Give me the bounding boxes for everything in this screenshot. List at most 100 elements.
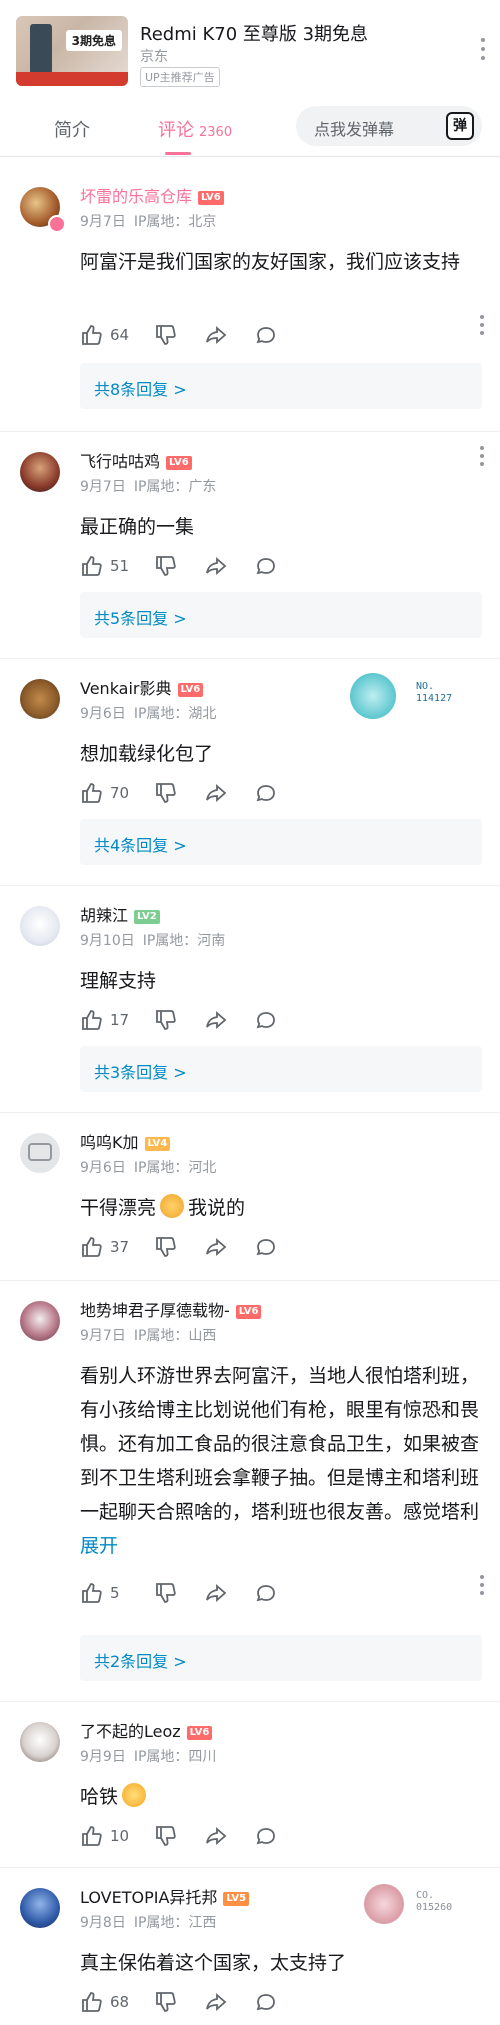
avatar[interactable] bbox=[20, 906, 60, 946]
comment-date: 9月7日 bbox=[80, 214, 126, 230]
username[interactable]: Venkair影典 LV6 bbox=[80, 675, 204, 699]
thumb-down-icon[interactable] bbox=[154, 554, 178, 578]
expand-link[interactable]: 展开 bbox=[80, 1531, 118, 1558]
tab-comments[interactable]: 评论 2360 bbox=[158, 116, 232, 142]
share-icon[interactable] bbox=[204, 781, 228, 805]
thumb-up-icon[interactable] bbox=[80, 1008, 104, 1032]
username[interactable]: LOVETOPIA异托邦 LV5 bbox=[80, 1884, 250, 1908]
default-avatar-icon bbox=[28, 1143, 52, 1161]
share-icon[interactable] bbox=[204, 323, 228, 347]
more-icon[interactable] bbox=[480, 446, 484, 470]
comment-ip: IP属地：北京 bbox=[133, 214, 217, 230]
more-icon[interactable] bbox=[480, 1575, 484, 1599]
comment-ip: IP属地：湖北 bbox=[133, 706, 217, 722]
replies-box[interactable]: 共4条回复 > bbox=[80, 819, 482, 865]
share-icon[interactable] bbox=[204, 1008, 228, 1032]
comment-meta: 9月7日 IP属地：山西 bbox=[80, 1325, 216, 1345]
comment-ip: IP属地：河南 bbox=[142, 933, 226, 949]
username-text: 地势坤君子厚德载物- bbox=[80, 1301, 230, 1320]
share-icon[interactable] bbox=[204, 1235, 228, 1259]
share-icon[interactable] bbox=[204, 554, 228, 578]
fan-badge-number: NO. 114127 bbox=[416, 681, 453, 704]
ad-banner[interactable]: 3期免息 Redmi K70 至尊版 3期免息 京东 UP主推荐广告 bbox=[0, 0, 500, 100]
comment-meta: 9月6日 IP属地：河北 bbox=[80, 1157, 216, 1177]
username[interactable]: 坏雷的乐高仓库 LV6 bbox=[80, 183, 224, 207]
username[interactable]: 呜呜K加 LV4 bbox=[80, 1129, 171, 1153]
comment-text: 最正确的一集 bbox=[80, 516, 195, 538]
comment-ip: IP属地：山西 bbox=[133, 1328, 217, 1344]
reply-icon[interactable] bbox=[254, 554, 278, 578]
danmaku-input[interactable]: 点我发弹幕 弹 bbox=[296, 106, 482, 146]
reply-icon[interactable] bbox=[254, 781, 278, 805]
more-icon[interactable] bbox=[480, 315, 484, 339]
level-badge: LV6 bbox=[186, 1726, 213, 1740]
fan-badge: CO. 015260 bbox=[350, 1878, 470, 1930]
thumb-up-icon[interactable] bbox=[80, 781, 104, 805]
thumb-down-icon[interactable] bbox=[154, 1008, 178, 1032]
ad-thumbnail[interactable]: 3期免息 bbox=[16, 16, 128, 86]
comment-text-b: 我说的 bbox=[188, 1197, 246, 1219]
reply-icon[interactable] bbox=[254, 1235, 278, 1259]
reply-icon[interactable] bbox=[254, 1824, 278, 1848]
danmaku-toggle-icon[interactable]: 弹 bbox=[446, 112, 474, 140]
tab-comments-label: 评论 bbox=[158, 120, 194, 141]
view-replies-link[interactable]: 共4条回复 > bbox=[94, 832, 187, 856]
thumb-up-icon[interactable] bbox=[80, 1235, 104, 1259]
reply-icon[interactable] bbox=[254, 1581, 278, 1605]
level-badge: LV6 bbox=[177, 683, 204, 697]
comment-ip: IP属地：河北 bbox=[133, 1160, 217, 1176]
thumb-down-icon[interactable] bbox=[154, 1990, 178, 2014]
thumb-up-icon[interactable] bbox=[80, 554, 104, 578]
doge-emoji-icon bbox=[160, 1194, 185, 1218]
thumb-down-icon[interactable] bbox=[154, 1235, 178, 1259]
ad-title[interactable]: Redmi K70 至尊版 3期免息 bbox=[140, 20, 368, 46]
username-text: 飞行咕咕鸡 bbox=[80, 452, 161, 471]
reply-icon[interactable] bbox=[254, 323, 278, 347]
avatar[interactable] bbox=[20, 679, 60, 719]
reply-icon[interactable] bbox=[254, 1990, 278, 2014]
ad-thumb-label: 3期免息 bbox=[65, 30, 122, 51]
tab-intro[interactable]: 简介 bbox=[54, 116, 90, 142]
comment-meta: 9月10日 IP属地：河南 bbox=[80, 930, 225, 950]
username[interactable]: 胡辣江 LV2 bbox=[80, 902, 160, 926]
share-icon[interactable] bbox=[204, 1990, 228, 2014]
avatar[interactable] bbox=[20, 1888, 60, 1928]
thumb-down-icon[interactable] bbox=[154, 781, 178, 805]
replies-box[interactable]: 共8条回复 > bbox=[80, 363, 482, 409]
fan-badge: NO. 114127 bbox=[350, 669, 470, 721]
username[interactable]: 飞行咕咕鸡 LV6 bbox=[80, 448, 192, 472]
like-count: 68 bbox=[110, 1993, 130, 2011]
fan-badge-number: CO. 015260 bbox=[416, 1890, 453, 1913]
replies-box[interactable]: 共5条回复 > bbox=[80, 592, 482, 638]
phone-image bbox=[30, 24, 52, 74]
fan-badge-character-icon bbox=[350, 673, 396, 719]
replies-box[interactable]: 共3条回复 > bbox=[80, 1046, 482, 1092]
view-replies-link[interactable]: 共2条回复 > bbox=[94, 1648, 187, 1672]
view-replies-link[interactable]: 共8条回复 > bbox=[94, 376, 187, 400]
thumb-down-icon[interactable] bbox=[154, 1581, 178, 1605]
view-replies-link[interactable]: 共3条回复 > bbox=[94, 1059, 187, 1083]
avatar[interactable] bbox=[20, 1301, 60, 1341]
comment-date: 9月6日 bbox=[80, 706, 126, 722]
share-icon[interactable] bbox=[204, 1581, 228, 1605]
more-icon[interactable] bbox=[480, 38, 486, 62]
thumb-up-icon[interactable] bbox=[80, 323, 104, 347]
username[interactable]: 了不起的Leoz LV6 bbox=[80, 1718, 213, 1742]
comment-text-a: 干得漂亮 bbox=[80, 1197, 157, 1219]
thumb-up-icon[interactable] bbox=[80, 1581, 104, 1605]
view-replies-link[interactable]: 共5条回复 > bbox=[94, 605, 187, 629]
username[interactable]: 地势坤君子厚德载物- LV6 bbox=[80, 1297, 262, 1321]
thumb-down-icon[interactable] bbox=[154, 323, 178, 347]
replies-box[interactable]: 共2条回复 > bbox=[80, 1635, 482, 1681]
thumb-up-icon[interactable] bbox=[80, 1824, 104, 1848]
share-icon[interactable] bbox=[204, 1824, 228, 1848]
comment-text: 哈铁 bbox=[80, 1780, 480, 1814]
reply-icon[interactable] bbox=[254, 1008, 278, 1032]
ad-thumb-bar bbox=[16, 72, 128, 86]
comment-text: 理解支持 bbox=[80, 970, 157, 992]
username-text: 坏雷的乐高仓库 bbox=[80, 187, 193, 206]
thumb-down-icon[interactable] bbox=[154, 1824, 178, 1848]
thumb-up-icon[interactable] bbox=[80, 1990, 104, 2014]
avatar[interactable] bbox=[20, 1722, 60, 1762]
avatar[interactable] bbox=[20, 452, 60, 492]
